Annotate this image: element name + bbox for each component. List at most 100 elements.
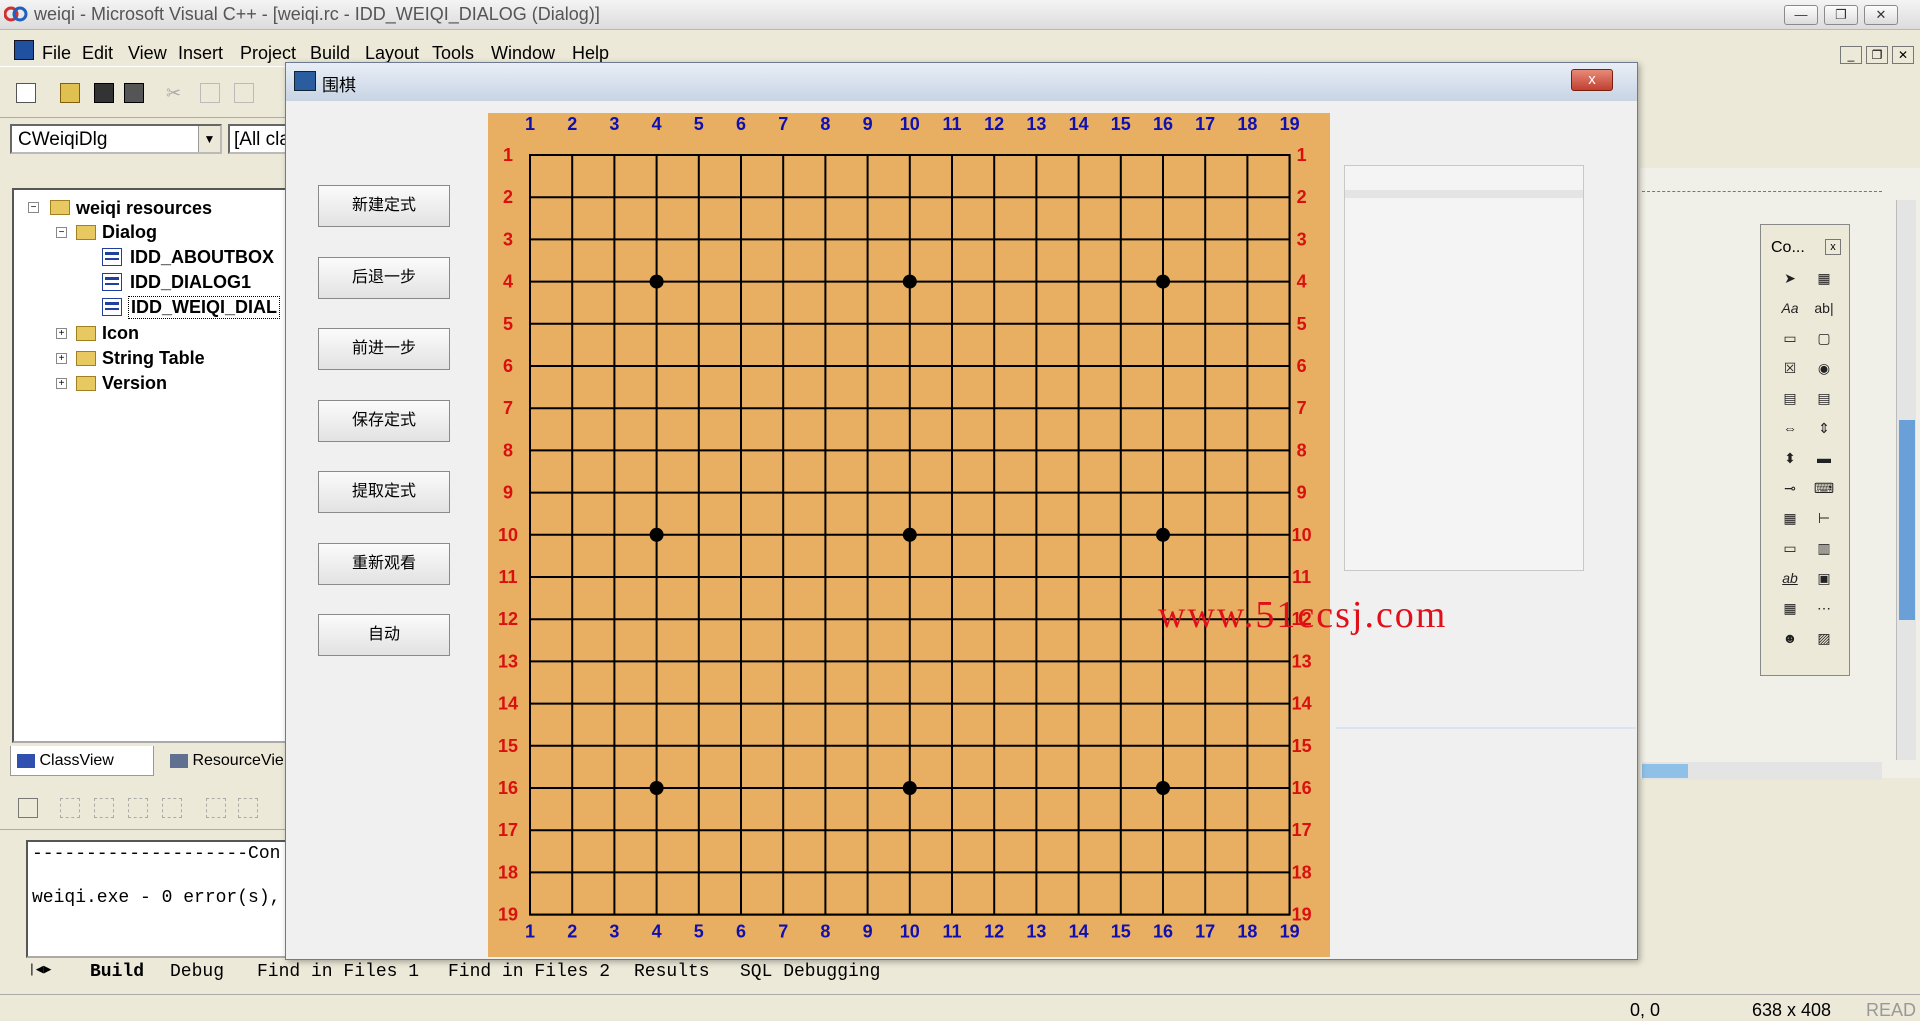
list-control-icon[interactable]: ▦	[1779, 507, 1801, 529]
mdi-minimize-button[interactable]: _	[1840, 46, 1862, 64]
tab-find-in-files-1[interactable]: Find in Files 1	[257, 962, 419, 982]
column-label-top: 3	[609, 114, 619, 134]
scrollbar-thumb[interactable]	[1899, 420, 1915, 620]
mdi-close-button[interactable]: ✕	[1892, 46, 1914, 64]
custom-control-icon[interactable]: ☻	[1779, 627, 1801, 649]
tab-find-in-files-2[interactable]: Find in Files 2	[448, 962, 610, 982]
menu-view[interactable]: View	[128, 43, 167, 64]
auto-button[interactable]: 自动	[318, 614, 450, 656]
redo-step-button[interactable]: 前进一步	[318, 328, 450, 370]
members-combo[interactable]: [All cla	[228, 124, 288, 154]
vertical-scrollbar[interactable]	[1896, 200, 1916, 760]
mdi-restore-button[interactable]: ❐	[1866, 46, 1888, 64]
edit-box-icon[interactable]: ab|	[1813, 297, 1835, 319]
menu-build[interactable]: Build	[310, 43, 350, 64]
button-icon[interactable]: ▢	[1813, 327, 1835, 349]
controls-close-button[interactable]: x	[1825, 239, 1841, 255]
tab-build[interactable]: Build	[90, 962, 144, 982]
restore-button[interactable]: ❐	[1824, 5, 1858, 25]
menu-layout[interactable]: Layout	[365, 43, 419, 64]
ip-address-icon[interactable]: ⋯	[1813, 597, 1835, 619]
progress-icon[interactable]: ▬	[1813, 447, 1835, 469]
center-horizontal-icon[interactable]	[238, 798, 258, 818]
tree-dialog-folder[interactable]: Dialog	[102, 222, 157, 243]
divider	[1336, 727, 1636, 729]
tab-classview[interactable]: ClassView	[10, 746, 154, 776]
pointer-icon[interactable]: ➤	[1779, 267, 1801, 289]
tree-root[interactable]: weiqi resources	[76, 198, 212, 219]
static-text-icon[interactable]: Aa	[1779, 297, 1801, 319]
tree-item-dialog1[interactable]: IDD_DIALOG1	[130, 272, 251, 293]
chevron-down-icon[interactable]: ▼	[198, 126, 220, 152]
menu-project[interactable]: Project	[240, 43, 296, 64]
close-window-button[interactable]: ✕	[1864, 5, 1898, 25]
combo-box-icon[interactable]: ▤	[1779, 387, 1801, 409]
expand-icon[interactable]: +	[56, 378, 67, 389]
align-top-icon[interactable]	[128, 798, 148, 818]
spin-icon[interactable]: ⬍	[1779, 447, 1801, 469]
scrollbar-thumb[interactable]	[1642, 764, 1688, 778]
extended-combo-icon[interactable]: ▨	[1813, 627, 1835, 649]
menu-insert[interactable]: Insert	[178, 43, 223, 64]
rich-edit-icon[interactable]: ab	[1779, 567, 1801, 589]
align-bottom-icon[interactable]	[162, 798, 182, 818]
menu-tools[interactable]: Tools	[432, 43, 474, 64]
copy-icon[interactable]	[200, 83, 220, 103]
menu-window[interactable]: Window	[491, 43, 555, 64]
replay-button[interactable]: 重新观看	[318, 543, 450, 585]
minimize-button[interactable]: —	[1784, 5, 1818, 25]
save-all-icon[interactable]	[124, 83, 144, 103]
save-joseki-button[interactable]: 保存定式	[318, 400, 450, 442]
tree-folder-icon[interactable]: Icon	[102, 323, 139, 344]
test-dialog-icon[interactable]	[18, 798, 38, 818]
paste-icon[interactable]	[234, 83, 254, 103]
month-calendar-icon[interactable]: ▦	[1779, 597, 1801, 619]
picture-icon[interactable]: ▦	[1813, 267, 1835, 289]
collapse-icon[interactable]: −	[56, 227, 67, 238]
hscroll-icon[interactable]: ⇔	[1779, 417, 1801, 439]
open-folder-icon[interactable]	[60, 83, 80, 103]
hotkey-icon[interactable]: ⌨	[1813, 477, 1835, 499]
tree-folder-version[interactable]: Version	[102, 373, 167, 394]
menu-edit[interactable]: Edit	[82, 43, 113, 64]
tree-item-weiqi-dialog[interactable]: IDD_WEIQI_DIAL	[128, 296, 281, 319]
group-box-icon[interactable]: ▭	[1779, 327, 1801, 349]
menu-file[interactable]: File	[42, 43, 71, 64]
tab-control-icon[interactable]: ▭	[1779, 537, 1801, 559]
align-left-icon[interactable]	[60, 798, 80, 818]
menu-help[interactable]: Help	[572, 43, 609, 64]
expand-icon[interactable]: +	[56, 328, 67, 339]
tab-sql-debugging[interactable]: SQL Debugging	[740, 962, 880, 982]
tree-control-icon[interactable]: ⊢	[1813, 507, 1835, 529]
horizontal-scrollbar[interactable]	[1642, 762, 1882, 780]
row-label-left: 4	[503, 272, 513, 292]
center-vertical-icon[interactable]	[206, 798, 226, 818]
animate-icon[interactable]: ▥	[1813, 537, 1835, 559]
tab-scroll-left-icon[interactable]: |◀▶	[28, 962, 51, 977]
undo-step-button[interactable]: 后退一步	[318, 257, 450, 299]
new-file-icon[interactable]	[16, 83, 36, 103]
row-label-right: 10	[1292, 525, 1312, 545]
tab-resourceview[interactable]: ResourceVie	[164, 746, 302, 776]
collapse-icon[interactable]: −	[28, 202, 39, 213]
tab-debug[interactable]: Debug	[170, 962, 224, 982]
align-right-icon[interactable]	[94, 798, 114, 818]
go-board[interactable]: 1 1 2 2 3 3 4 4 5 5 6 6 7 7 8 8 9 9 10 10 11 11 12 12 13 13 14 14 15…	[488, 113, 1445, 957]
slider-icon[interactable]: ⊸	[1779, 477, 1801, 499]
tree-folder-string-table[interactable]: String Table	[102, 348, 205, 369]
cut-icon[interactable]: ✂	[166, 83, 186, 103]
dialog-close-button[interactable]: x	[1571, 69, 1613, 91]
class-combo[interactable]: CWeiqiDlg ▼	[10, 124, 222, 154]
tree-item-aboutbox[interactable]: IDD_ABOUTBOX	[130, 247, 274, 268]
expand-icon[interactable]: +	[56, 353, 67, 364]
radio-icon[interactable]: ◉	[1813, 357, 1835, 379]
new-joseki-button[interactable]: 新建定式	[318, 185, 450, 227]
go-board-canvas[interactable]: 1122334455667788991010111112121313141415…	[488, 113, 1330, 957]
tab-results[interactable]: Results	[634, 962, 710, 982]
list-box-icon[interactable]: ▤	[1813, 387, 1835, 409]
vscroll-icon[interactable]: ⇕	[1813, 417, 1835, 439]
checkbox-icon[interactable]: ☒	[1779, 357, 1801, 379]
load-joseki-button[interactable]: 提取定式	[318, 471, 450, 513]
save-icon[interactable]	[94, 83, 114, 103]
datetime-icon[interactable]: ▣	[1813, 567, 1835, 589]
